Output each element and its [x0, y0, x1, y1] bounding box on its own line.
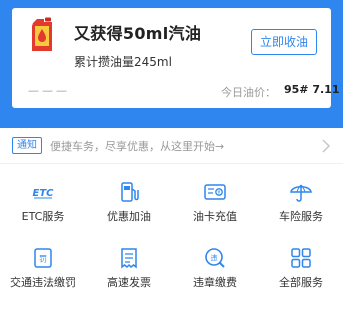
svg-text:罚: 罚 [39, 255, 47, 264]
service-label: 违章缴费 [193, 276, 237, 289]
notice-tag: 通知 [12, 137, 42, 154]
svg-text:违: 违 [211, 254, 218, 262]
service-violation-payment[interactable]: 违 违章缴费 [172, 246, 258, 304]
service-fuel[interactable]: 优惠加油 [86, 180, 172, 238]
service-fuel-card[interactable]: ¥ 油卡充值 [172, 180, 258, 238]
service-highway-invoice[interactable]: 高速发票 [86, 246, 172, 304]
service-grid: ETC ETC服务 优惠加油 ¥ 油卡充值 车险服务 罚 交通违法缴罚 高速发票… [0, 164, 343, 312]
service-label: 全部服务 [279, 276, 323, 289]
service-label: 高速发票 [107, 276, 151, 289]
service-etc[interactable]: ETC ETC服务 [0, 180, 86, 238]
invoice-icon [121, 248, 137, 269]
violation-search-icon: 违 [205, 248, 225, 268]
grid-icon [291, 248, 311, 268]
service-label: ETC服务 [21, 210, 65, 223]
service-label: 优惠加油 [107, 210, 151, 223]
notice-text[interactable]: 便捷车务，尽享优惠，从这里开始→ [50, 138, 224, 154]
etc-icon: ETC [33, 188, 55, 199]
hero-banner: 又获得50ml汽油 累计攒油量245ml 立即收油 ——— 今日油价： 95# … [0, 0, 343, 128]
fuel-pump-icon [121, 182, 139, 202]
service-label: 车险服务 [279, 210, 323, 223]
claim-oil-button[interactable]: 立即收油 [251, 29, 317, 55]
oil-can-icon [32, 17, 52, 51]
service-label: 油卡充值 [193, 210, 237, 223]
svg-text:¥: ¥ [217, 190, 220, 196]
fuel-card-icon: ¥ [204, 184, 226, 200]
oil-price-label: 今日油价： [221, 86, 276, 99]
oil-reward-card: 又获得50ml汽油 累计攒油量245ml 立即收油 ——— 今日油价： 95# … [12, 8, 340, 108]
service-all[interactable]: 全部服务 [258, 246, 343, 304]
service-insurance[interactable]: 车险服务 [258, 180, 343, 238]
chevron-right-icon[interactable] [321, 138, 331, 154]
umbrella-icon [290, 184, 312, 202]
svg-text:ETC: ETC [33, 188, 55, 199]
fine-icon: 罚 [34, 248, 52, 268]
service-traffic-fine[interactable]: 罚 交通违法缴罚 [0, 246, 86, 304]
accumulated-oil-text: 累计攒油量245ml [74, 55, 172, 69]
oil-price-value: 95# 7.11 [284, 83, 340, 96]
service-label: 交通违法缴罚 [10, 276, 76, 289]
notice-bar[interactable]: 通知 便捷车务，尽享优惠，从这里开始→ [0, 128, 343, 164]
placeholder-dashes: ——— [28, 84, 70, 97]
reward-title: 又获得50ml汽油 [74, 24, 202, 43]
